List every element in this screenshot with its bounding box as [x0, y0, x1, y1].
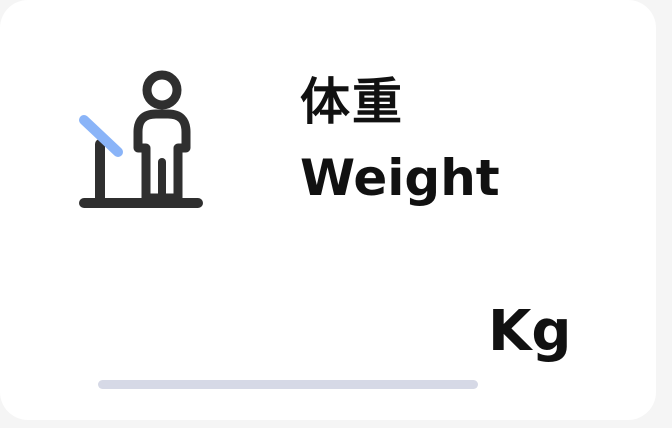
weight-input-underline [98, 380, 478, 389]
title-chinese: 体重 [300, 73, 404, 131]
scale-person-icon [78, 70, 203, 212]
weight-input[interactable] [110, 300, 460, 370]
title-english: Weight [300, 149, 500, 207]
unit-label: Kg [488, 299, 572, 364]
weight-card: 体重 Weight Kg [0, 0, 656, 420]
title-block: 体重 Weight [300, 70, 500, 210]
